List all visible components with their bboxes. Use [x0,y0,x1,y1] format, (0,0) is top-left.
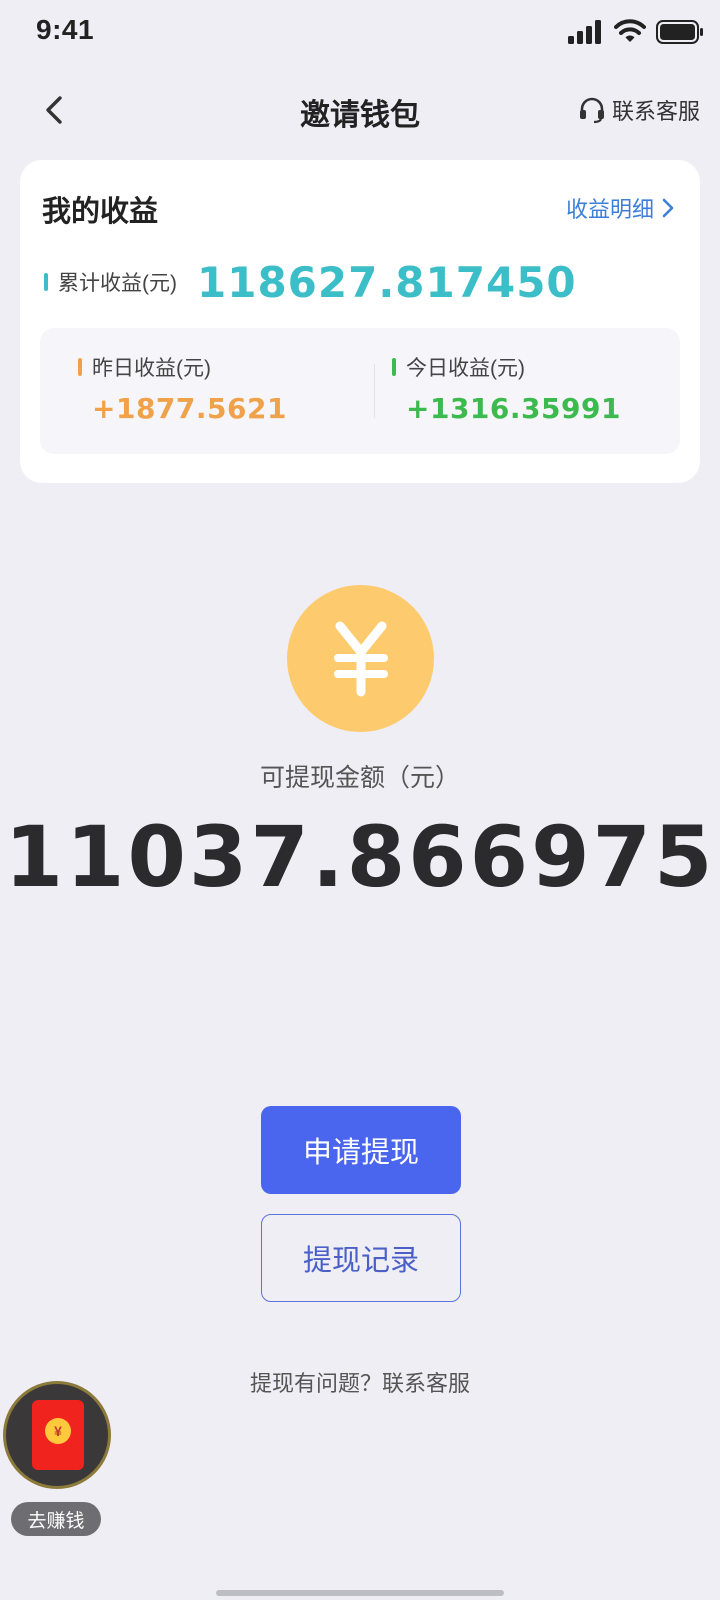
nav-bar: 邀请钱包 联系客服 [0,72,720,148]
withdraw-records-button[interactable]: 提现记录 [261,1214,461,1302]
earnings-details-label: 收益明细 [565,197,654,222]
yesterday-accent-bar [78,358,82,376]
earn-money-label[interactable]: 去赚钱 [11,1502,101,1536]
total-earnings-value: 118627.817450 [197,257,577,307]
earnings-details-link[interactable]: 收益明细 [566,192,674,224]
apply-withdraw-button[interactable]: 申请提现 [261,1106,461,1194]
yesterday-earnings: 昨日收益(元) +1877.5621 [78,352,287,425]
signal-icon [568,20,601,44]
today-earnings-label: 今日收益(元) [406,357,525,380]
earn-money-float-button[interactable]: ¥ [3,1381,111,1489]
status-bar: 9:41 [0,0,720,62]
headset-icon [579,97,604,124]
yesterday-earnings-value: +1877.5621 [92,392,287,425]
total-earnings-label: 累计收益(元) [58,272,177,295]
red-envelope-icon: ¥ [32,1400,84,1470]
panel-divider [374,364,375,418]
chevron-right-icon [662,198,674,218]
contact-service-button[interactable]: 联系客服 [578,92,700,128]
withdrawable-amount: 11037.866975 [4,808,716,906]
total-earnings-row: 累计收益(元) 118627.817450 [44,252,577,312]
battery-icon [656,20,703,44]
today-earnings-value: +1316.35991 [406,392,621,425]
card-title: 我的收益 [42,196,159,228]
yesterday-earnings-label: 昨日收益(元) [92,357,211,380]
contact-service-label: 联系客服 [611,99,700,124]
daily-earnings-panel: 昨日收益(元) +1877.5621 今日收益(元) +1316.35991 [40,328,680,454]
withdraw-help-link[interactable]: 提现有问题？联系客服 [0,1366,720,1398]
envelope-seal: ¥ [45,1418,71,1444]
today-accent-bar [392,358,396,376]
earnings-card: 我的收益 收益明细 累计收益(元) 118627.817450 昨日收益(元) … [20,160,700,483]
home-indicator [216,1590,504,1596]
status-time: 9:41 [36,14,95,45]
withdrawable-label: 可提现金额（元） [259,764,460,792]
wifi-icon [614,19,646,42]
today-earnings: 今日收益(元) +1316.35991 [392,352,621,425]
yuan-coin-icon [287,585,434,732]
total-accent-bar [44,273,48,291]
